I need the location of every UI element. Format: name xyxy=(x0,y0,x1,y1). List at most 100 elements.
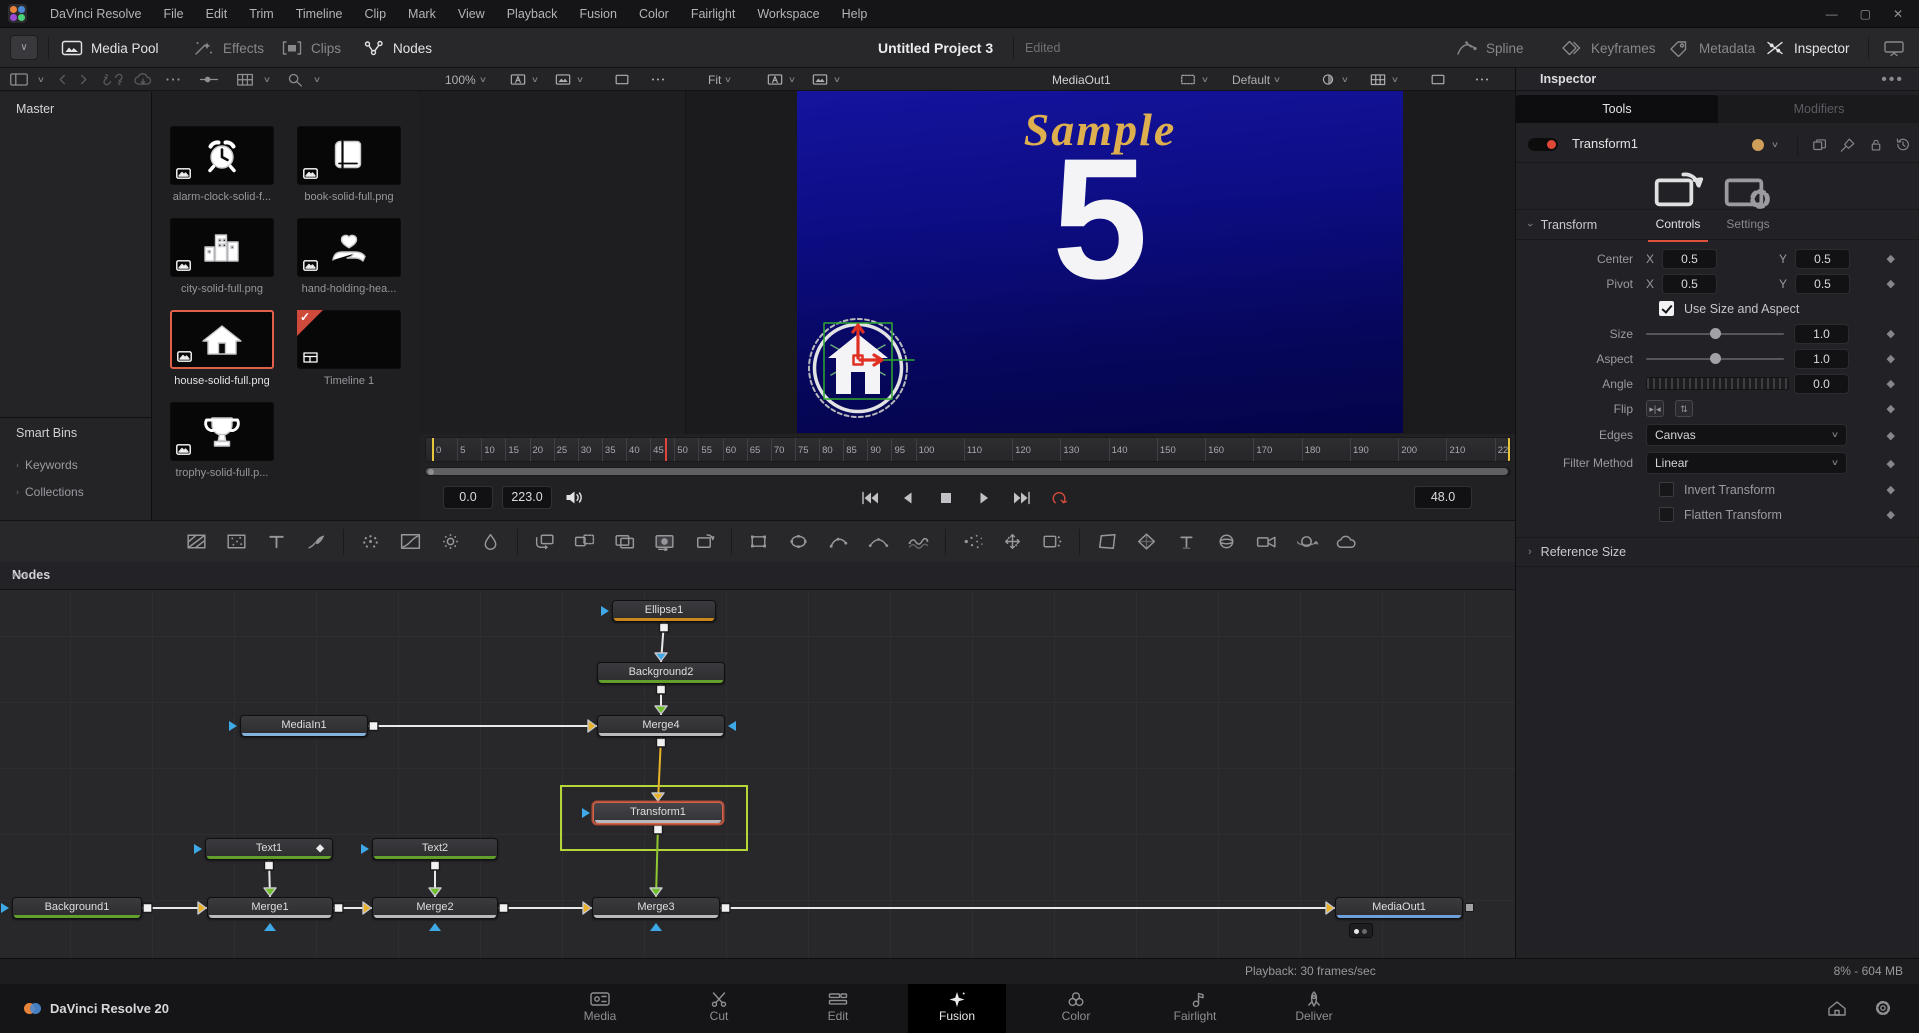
interface-toggle-button[interactable]: ∨ xyxy=(10,35,38,60)
page-tab-edit[interactable]: Edit xyxy=(789,984,887,1033)
fusion-tool-blur-icon[interactable] xyxy=(478,532,503,551)
fusion-tool-paint-icon[interactable] xyxy=(304,532,329,551)
fusion-tool-cloud-3d-icon[interactable] xyxy=(1334,532,1359,551)
fusion-tool-color-corrector-icon[interactable] xyxy=(358,532,383,551)
right-viewer-channel-select[interactable]: ∨ xyxy=(765,68,795,91)
aspect-slider[interactable] xyxy=(1646,358,1784,360)
viewer-options-button[interactable] xyxy=(1472,68,1492,91)
center-x-field[interactable]: 0.5 xyxy=(1662,249,1717,269)
mask-input-Merge2[interactable] xyxy=(429,923,441,931)
keyframe-icon[interactable]: ◆ xyxy=(1887,252,1895,265)
nodes-button[interactable]: Nodes xyxy=(362,28,432,68)
last-frame-button[interactable] xyxy=(1009,489,1035,507)
aspect-field[interactable]: 1.0 xyxy=(1794,349,1849,369)
node-Merge1[interactable]: Merge1 xyxy=(207,897,333,919)
viewer-image[interactable]: Sample 5 xyxy=(797,91,1403,433)
output-connector[interactable] xyxy=(721,904,730,913)
menu-mark[interactable]: Mark xyxy=(397,0,447,28)
menu-trim[interactable]: Trim xyxy=(238,0,285,28)
page-tab-fairlight[interactable]: Fairlight xyxy=(1146,984,1244,1033)
mask-input-Text1[interactable] xyxy=(194,844,202,854)
media-clip-book[interactable]: book-solid-full.png xyxy=(297,126,401,203)
page-tab-media[interactable]: Media xyxy=(551,984,649,1033)
media-pool-button[interactable]: Media Pool xyxy=(60,28,159,68)
output-connector-MediaOut1[interactable] xyxy=(1465,903,1474,912)
mask-input-Merge4[interactable] xyxy=(728,721,736,731)
close-icon[interactable]: ✕ xyxy=(1893,7,1903,21)
media-clip-house[interactable]: house-solid-full.png xyxy=(170,310,274,387)
more-options-icon[interactable] xyxy=(162,71,184,88)
node-Background2[interactable]: Background2 xyxy=(597,662,725,684)
fusion-tool-text-plus-icon[interactable] xyxy=(264,532,289,551)
fusion-tool-polygon-mask-icon[interactable] xyxy=(826,532,851,551)
center-y-field[interactable]: 0.5 xyxy=(1795,249,1850,269)
keyframe-icon[interactable]: ◆ xyxy=(1887,429,1895,442)
menu-fairlight[interactable]: Fairlight xyxy=(680,0,746,28)
keyframe-icon[interactable]: ◆ xyxy=(1887,457,1895,470)
node-Ellipse1[interactable]: Ellipse1 xyxy=(612,600,716,622)
inspector-button[interactable]: Inspector xyxy=(1763,28,1850,68)
page-tab-cut[interactable]: Cut xyxy=(670,984,768,1033)
fusion-tool-particle-emitter-icon[interactable] xyxy=(960,532,985,551)
keyframe-icon[interactable]: ◆ xyxy=(1887,508,1895,521)
media-clip-city[interactable]: city-solid-full.png xyxy=(170,218,274,295)
inspector-options-icon[interactable]: ••• xyxy=(1881,71,1904,89)
transform-section-header[interactable]: › Transform xyxy=(1516,210,1919,240)
menu-edit[interactable]: Edit xyxy=(195,0,239,28)
menu-timeline[interactable]: Timeline xyxy=(285,0,354,28)
node-Merge2[interactable]: Merge2 xyxy=(372,897,498,919)
reference-size-section-header[interactable]: › Reference Size xyxy=(1516,537,1919,567)
fusion-tool-merge-icon[interactable] xyxy=(532,532,557,551)
output-connector[interactable] xyxy=(654,825,663,834)
mask-input-Ellipse1[interactable] xyxy=(601,606,609,616)
mask-input-Merge3[interactable] xyxy=(650,923,662,931)
fusion-tool-background-icon[interactable] xyxy=(184,532,209,551)
viewer-scrollbar[interactable] xyxy=(425,467,1511,476)
fusion-tool-transform-icon[interactable] xyxy=(692,532,717,551)
fusion-tool-fast-noise-icon[interactable] xyxy=(224,532,249,551)
thumbnail-size-slider[interactable] xyxy=(192,71,226,88)
fusion-tool-color-curves-icon[interactable] xyxy=(398,532,423,551)
keyframe-icon[interactable]: ◆ xyxy=(1887,327,1895,340)
menu-color[interactable]: Color xyxy=(628,0,680,28)
mask-input-Background1[interactable] xyxy=(1,903,9,913)
fusion-tool-spin-3d-icon[interactable] xyxy=(1294,532,1319,551)
bin-view-icon[interactable] xyxy=(8,71,30,88)
maximize-icon[interactable]: ▢ xyxy=(1860,7,1871,21)
fusion-tool-rectangle-mask-icon[interactable] xyxy=(746,532,771,551)
out-point-field[interactable]: 223.0 xyxy=(502,486,552,509)
fusion-tool-ellipse-mask-icon[interactable] xyxy=(786,532,811,551)
prev-frame-button[interactable] xyxy=(895,489,921,507)
grid-view-icon[interactable] xyxy=(234,71,256,88)
flip-vertical-button[interactable]: ⇅ xyxy=(1675,400,1693,417)
output-connector[interactable] xyxy=(657,738,666,747)
mask-input-Transform1[interactable] xyxy=(582,808,590,818)
media-clip-hand[interactable]: hand-holding-hea... xyxy=(297,218,401,295)
keyframe-icon[interactable]: ◆ xyxy=(1887,483,1895,496)
play-button[interactable] xyxy=(971,489,997,507)
menu-view[interactable]: View xyxy=(447,0,496,28)
playhead[interactable] xyxy=(665,438,667,462)
fusion-tool-camera-3d-icon[interactable] xyxy=(1254,532,1279,551)
right-viewer[interactable]: Sample 5 xyxy=(686,91,1515,434)
fusion-tool-image-plane-3d-icon[interactable] xyxy=(1094,532,1119,551)
connection-Transform1-Merge3[interactable] xyxy=(656,824,658,897)
pivot-x-field[interactable]: 0.5 xyxy=(1662,274,1717,294)
left-viewer-channel-select[interactable]: ∨ xyxy=(508,68,538,91)
flatten-transform-checkbox[interactable] xyxy=(1659,507,1674,522)
page-tab-fusion[interactable]: Fusion xyxy=(908,984,1006,1033)
menu-playback[interactable]: Playback xyxy=(496,0,569,28)
mask-input-Merge1[interactable] xyxy=(264,923,276,931)
menu-davinci-resolve[interactable]: DaVinci Resolve xyxy=(39,0,152,28)
use-size-aspect-checkbox[interactable] xyxy=(1659,301,1674,316)
left-viewer[interactable] xyxy=(420,91,686,434)
lock-icon[interactable] xyxy=(1866,136,1886,153)
node-Text1[interactable]: Text1◆ xyxy=(205,838,333,860)
tab-modifiers[interactable]: Modifiers xyxy=(1718,95,1919,123)
bin-master[interactable]: Master xyxy=(0,92,151,116)
keyframes-button[interactable]: Keyframes xyxy=(1560,28,1656,68)
sidebar-item-collections[interactable]: ›Collections xyxy=(0,479,152,505)
keyframe-icon[interactable]: ◆ xyxy=(1887,377,1895,390)
fusion-tool-text-3d-icon[interactable] xyxy=(1174,532,1199,551)
angle-field[interactable]: 0.0 xyxy=(1794,374,1849,394)
